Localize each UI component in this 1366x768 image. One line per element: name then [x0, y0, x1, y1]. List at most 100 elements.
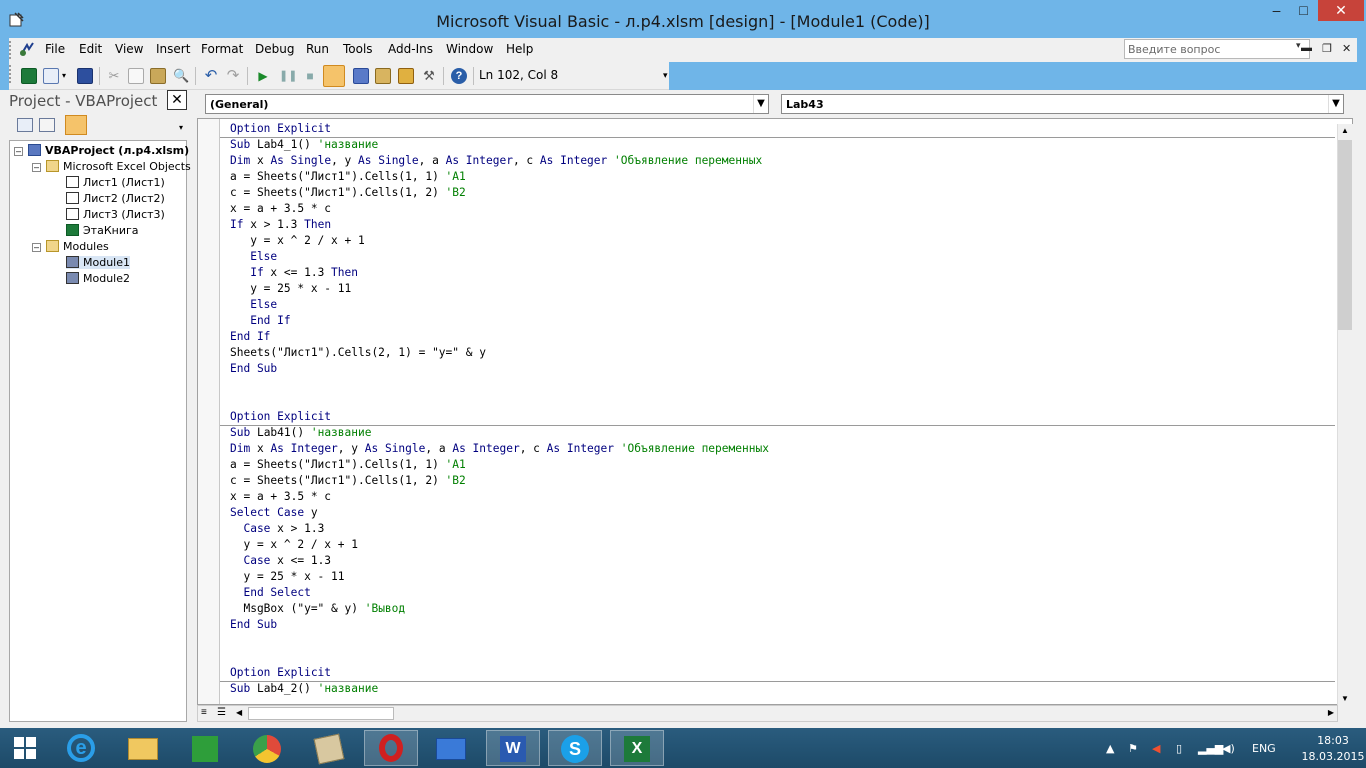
- run-icon[interactable]: ▶: [255, 68, 271, 84]
- code-line[interactable]: x = a + 3.5 * c: [230, 201, 331, 217]
- code-editor[interactable]: Option Explicit Sub Lab4_1() 'название Dim…: [197, 118, 1353, 705]
- menu-edit[interactable]: Edit: [79, 42, 102, 56]
- tree-modules[interactable]: Modules: [46, 240, 109, 253]
- skype-icon[interactable]: S: [548, 730, 602, 766]
- menu-grip[interactable]: [9, 41, 13, 59]
- collapse-root-icon[interactable]: –: [14, 147, 23, 156]
- menu-file[interactable]: File: [45, 42, 65, 56]
- chevron-down-icon[interactable]: ▼: [1328, 95, 1343, 113]
- menu-help[interactable]: Help: [506, 42, 533, 56]
- code-line[interactable]: Sheets("Лист1").Cells(2, 1) = "y=" & y: [230, 345, 486, 361]
- code-line[interactable]: Option Explicit: [230, 665, 331, 681]
- calc-icon[interactable]: [302, 730, 356, 766]
- toolbar-grip[interactable]: [9, 65, 13, 83]
- insert-dropdown-icon[interactable]: ▾: [62, 71, 66, 80]
- copy-icon[interactable]: [128, 68, 144, 84]
- code-line[interactable]: Option Explicit: [230, 121, 331, 137]
- design-mode-icon[interactable]: [323, 65, 345, 87]
- code-line[interactable]: y = x ^ 2 / x + 1: [230, 537, 358, 553]
- maximize-button[interactable]: □: [1290, 0, 1317, 21]
- tree-module1[interactable]: Module1: [66, 256, 130, 269]
- view-object-icon[interactable]: [39, 118, 55, 132]
- scroll-right-icon[interactable]: ▶: [1328, 708, 1334, 717]
- code-line[interactable]: End If: [230, 329, 270, 345]
- toolbar-options-icon[interactable]: ▾: [663, 70, 668, 81]
- code-line[interactable]: Sub Lab4_2() 'название: [230, 681, 378, 697]
- menu-add-ins[interactable]: Add-Ins: [388, 42, 433, 56]
- network-icon[interactable]: ▂▄▆: [1198, 742, 1223, 755]
- language-indicator[interactable]: ENG: [1252, 742, 1276, 755]
- code-line[interactable]: y = 25 * x - 11: [230, 281, 351, 297]
- menu-tools[interactable]: Tools: [343, 42, 373, 56]
- save-icon[interactable]: [77, 68, 93, 84]
- code-line[interactable]: Else: [230, 249, 277, 265]
- action-center-icon[interactable]: ⚑: [1128, 742, 1138, 755]
- code-line[interactable]: y = x ^ 2 / x + 1: [230, 233, 365, 249]
- vertical-scroll-thumb[interactable]: [1338, 140, 1352, 330]
- clock[interactable]: 18:03 18.03.2015: [1300, 733, 1366, 765]
- menu-debug[interactable]: Debug: [255, 42, 294, 56]
- code-line[interactable]: y = 25 * x - 11: [230, 569, 344, 585]
- redo-icon[interactable]: ↷: [225, 68, 241, 84]
- object-combo[interactable]: (General) ▼: [205, 94, 769, 114]
- code-line[interactable]: x = a + 3.5 * c: [230, 489, 331, 505]
- code-line[interactable]: Sub Lab41() 'название: [230, 425, 371, 441]
- store-icon[interactable]: [178, 730, 232, 766]
- start-icon[interactable]: [0, 730, 50, 766]
- menu-run[interactable]: Run: [306, 42, 329, 56]
- tree-excel-objects[interactable]: Microsoft Excel Objects: [46, 160, 191, 173]
- menu-insert[interactable]: Insert: [156, 42, 190, 56]
- horizontal-scrollbar[interactable]: ≡ ☰ ◀ ▶: [197, 705, 1338, 722]
- code-line[interactable]: MsgBox ("y=" & y) 'Вывод: [230, 601, 405, 617]
- tray-app-icon[interactable]: ◀: [1152, 742, 1160, 755]
- vba-menu-icon[interactable]: [17, 41, 37, 59]
- code-line[interactable]: Sub Lab4_1() 'название: [230, 137, 378, 153]
- excel-taskbar-icon[interactable]: X: [610, 730, 664, 766]
- properties-icon[interactable]: [375, 68, 391, 84]
- code-line[interactable]: End Sub: [230, 617, 277, 633]
- word-icon[interactable]: W: [486, 730, 540, 766]
- mdi-minimize-button[interactable]: ▬: [1301, 42, 1312, 54]
- code-line[interactable]: End Sub: [230, 361, 277, 377]
- help-icon[interactable]: ?: [451, 68, 467, 84]
- toolbox-icon[interactable]: ⚒: [421, 68, 437, 84]
- code-line[interactable]: Case x <= 1.3: [230, 553, 331, 569]
- close-button[interactable]: ✕: [1318, 0, 1364, 21]
- project-explorer-icon[interactable]: [353, 68, 369, 84]
- view-code-icon[interactable]: [17, 118, 33, 132]
- code-line[interactable]: Select Case y: [230, 505, 318, 521]
- mdi-close-button[interactable]: ✕: [1342, 42, 1351, 55]
- code-line[interactable]: End Select: [230, 585, 310, 601]
- chrome-icon[interactable]: [240, 730, 294, 766]
- excel-icon[interactable]: [21, 68, 37, 84]
- cut-icon[interactable]: ✂: [106, 68, 122, 84]
- code-line[interactable]: a = Sheets("Лист1").Cells(1, 1) 'A1: [230, 169, 466, 185]
- volume-icon[interactable]: ◀): [1222, 742, 1235, 755]
- mdi-restore-button[interactable]: ❐: [1322, 42, 1332, 55]
- collapse-excel-objects-icon[interactable]: –: [32, 163, 41, 172]
- full-module-view-icon[interactable]: ☰: [217, 707, 226, 718]
- code-line[interactable]: c = Sheets("Лист1").Cells(1, 2) 'B2: [230, 185, 466, 201]
- code-line[interactable]: Dim x As Single, y As Single, a As Integ…: [230, 153, 762, 169]
- code-line[interactable]: Option Explicit: [230, 409, 331, 425]
- code-line[interactable]: a = Sheets("Лист1").Cells(1, 1) 'A1: [230, 457, 466, 473]
- ask-question-input[interactable]: Введите вопрос: [1124, 39, 1310, 59]
- ie-icon[interactable]: e: [54, 730, 108, 766]
- outlook-icon[interactable]: [424, 730, 478, 766]
- menu-view[interactable]: View: [115, 42, 143, 56]
- horizontal-scroll-thumb[interactable]: [248, 707, 394, 720]
- procedure-view-icon[interactable]: ≡: [201, 707, 207, 718]
- code-line[interactable]: If x > 1.3 Then: [230, 217, 331, 233]
- collapse-modules-icon[interactable]: –: [32, 243, 41, 252]
- chevron-down-icon[interactable]: ▼: [753, 95, 768, 113]
- tree-sheet1[interactable]: Лист1 (Лист1): [66, 176, 165, 189]
- procedure-combo[interactable]: Lab43 ▼: [781, 94, 1344, 114]
- reset-icon[interactable]: ■: [302, 68, 318, 84]
- opera-icon[interactable]: [364, 730, 418, 766]
- break-icon[interactable]: ❚❚: [279, 68, 297, 84]
- find-icon[interactable]: 🔍: [173, 68, 189, 84]
- object-browser-icon[interactable]: [398, 68, 414, 84]
- tray-overflow-icon[interactable]: ▲: [1106, 742, 1114, 755]
- toggle-folders-icon[interactable]: [65, 115, 87, 135]
- paste-icon[interactable]: [150, 68, 166, 84]
